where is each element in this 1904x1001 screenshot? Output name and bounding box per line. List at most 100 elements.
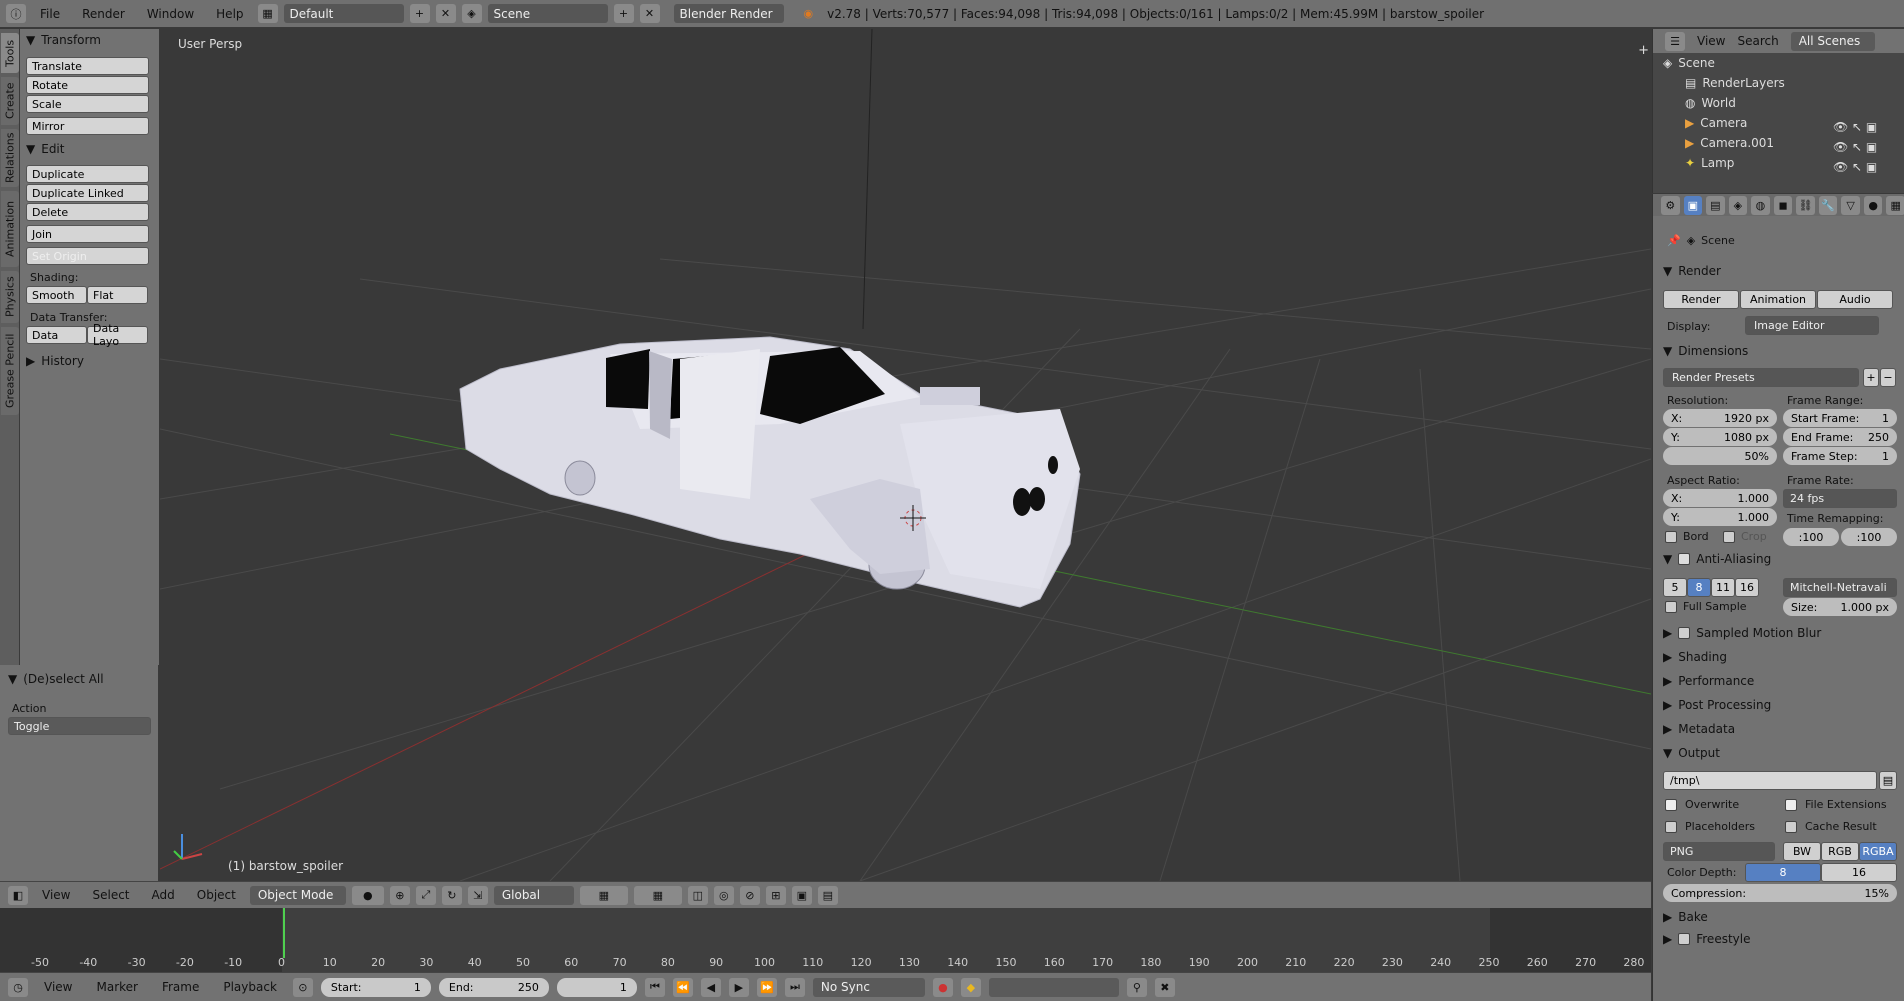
proportional-edit-icon[interactable]: ◎ [713, 885, 734, 905]
flat-button[interactable]: Flat [87, 286, 148, 304]
tab-tools[interactable]: Tools [1, 33, 19, 73]
end-frame-field[interactable]: End: 250 [438, 977, 549, 997]
join-button[interactable]: Join [26, 225, 149, 243]
color-bw-button[interactable]: BW [1783, 842, 1821, 861]
jump-keyframe-back-icon[interactable]: ⏪ [672, 977, 693, 997]
screen-layout-icon[interactable]: ▦ [257, 4, 278, 23]
editor-type-outliner-icon[interactable]: ☰ [1665, 31, 1685, 51]
menu-window[interactable]: Window [139, 5, 202, 23]
menu-add[interactable]: Add [144, 886, 183, 904]
add-preset-icon[interactable]: + [1863, 368, 1879, 387]
visibility-toggles[interactable]: 👁 ↖ ▣ 👁 ↖ ▣ 👁 ↖ ▣ [1833, 117, 1877, 177]
add-layout-icon[interactable]: + [409, 4, 430, 23]
audio-button[interactable]: Audio [1817, 290, 1893, 309]
mode-dropdown[interactable]: Object Mode [249, 885, 346, 905]
menu-render[interactable]: Render [74, 5, 133, 23]
lock-layers-icon[interactable]: ◫ [687, 885, 708, 905]
insert-keyframe-icon[interactable]: ⚲ [1126, 977, 1147, 997]
play-reverse-icon[interactable]: ◀ [700, 977, 721, 997]
menu-file[interactable]: File [32, 5, 68, 23]
jump-keyframe-forward-icon[interactable]: ⏩ [756, 977, 777, 997]
cache-result-checkbox[interactable]: Cache Result [1785, 820, 1877, 833]
bake-panel-header[interactable]: ▶ Bake [1663, 910, 1708, 924]
display-dropdown[interactable]: Image Editor [1745, 316, 1879, 335]
freestyle-checkbox[interactable] [1678, 933, 1691, 945]
editor-type-3dview-icon[interactable]: ◧ [8, 885, 28, 905]
aa-samples-5[interactable]: 5 [1663, 578, 1687, 597]
aa-samples-8[interactable]: 8 [1687, 578, 1711, 597]
operator-header[interactable]: ▼ (De)select All [8, 669, 150, 689]
output-panel-header[interactable]: ▼ Output [1663, 746, 1720, 760]
aspect-y-field[interactable]: Y: 1.000 [1663, 508, 1777, 526]
outliner-item-renderlayers[interactable]: ▤ RenderLayers [1685, 73, 1785, 93]
aa-filter-dropdown[interactable]: Mitchell-Netravali [1783, 578, 1897, 597]
render-panel-header[interactable]: ▼ Render [1663, 264, 1721, 278]
remap-old-field[interactable]: :100 [1783, 528, 1839, 546]
outliner-item-scene[interactable]: ◈ Scene [1663, 53, 1715, 73]
add-scene-icon[interactable]: + [613, 4, 634, 23]
remove-scene-icon[interactable]: ✕ [639, 4, 660, 23]
menu-select[interactable]: Select [84, 886, 137, 904]
menu-view-timeline[interactable]: View [36, 978, 80, 996]
tab-relations[interactable]: Relations [1, 129, 19, 187]
scene-field[interactable]: Scene [487, 4, 608, 23]
duplicate-button[interactable]: Duplicate [26, 165, 149, 183]
aa-samples-11[interactable]: 11 [1711, 578, 1735, 597]
current-frame-field[interactable]: 1 [556, 977, 637, 997]
material-tab-icon[interactable]: ● [1863, 195, 1883, 215]
keying-set-field[interactable] [988, 977, 1119, 997]
metadata-panel-header[interactable]: ▶ Metadata [1663, 722, 1735, 736]
render-presets-dropdown[interactable]: Render Presets [1663, 368, 1859, 387]
color-rgb-button[interactable]: RGB [1821, 842, 1859, 861]
sync-dropdown[interactable]: No Sync [812, 977, 925, 997]
modifiers-tab-icon[interactable]: 🔧 [1818, 195, 1838, 215]
scale-button[interactable]: Scale [26, 95, 149, 113]
rotate-button[interactable]: Rotate [26, 76, 149, 94]
scene-tab-icon[interactable]: ◈ [1728, 195, 1748, 215]
expand-properties-icon[interactable]: + [1638, 43, 1649, 58]
depth-16-button[interactable]: 16 [1821, 863, 1897, 882]
menu-search[interactable]: Search [1737, 34, 1778, 48]
menu-frame[interactable]: Frame [154, 978, 207, 996]
record-icon[interactable]: ● [932, 977, 953, 997]
manipulator-icon[interactable]: ⤢ [415, 885, 436, 905]
start-frame-field[interactable]: Start Frame: 1 [1783, 409, 1897, 427]
resolution-x-field[interactable]: X: 1920 px [1663, 409, 1777, 427]
jump-start-icon[interactable]: ⏮ [644, 977, 665, 997]
overwrite-checkbox[interactable]: Overwrite [1665, 798, 1739, 811]
data-layout-button[interactable]: Data Layo [87, 322, 148, 348]
placeholders-checkbox[interactable]: Placeholders [1665, 820, 1755, 833]
renderlayers-tab-icon[interactable]: ▤ [1706, 195, 1725, 215]
start-frame-field[interactable]: Start: 1 [320, 977, 431, 997]
output-path-field[interactable]: /tmp\ [1663, 771, 1877, 790]
delete-keyframe-icon[interactable]: ✖ [1154, 977, 1175, 997]
outliner-item-camera-001[interactable]: ▶ Camera.001 [1685, 133, 1774, 153]
render-opengl-icon[interactable]: ▣ [791, 885, 812, 905]
layer-buttons-2-icon[interactable]: ▦ [633, 885, 682, 905]
remove-layout-icon[interactable]: ✕ [435, 4, 456, 23]
action-dropdown[interactable]: Toggle [8, 717, 151, 735]
outliner-item-world[interactable]: ◍ World [1685, 93, 1736, 113]
transform-panel-header[interactable]: ▼ Transform [26, 29, 153, 51]
menu-view-outliner[interactable]: View [1697, 34, 1725, 48]
browse-folder-icon[interactable]: ▤ [1879, 771, 1897, 790]
screen-layout-field[interactable]: Default [283, 4, 404, 23]
keying-icon[interactable]: ◆ [960, 977, 981, 997]
aa-enable-checkbox[interactable] [1678, 553, 1691, 565]
scale-manipulator-icon[interactable]: ⇲ [467, 885, 488, 905]
remap-new-field[interactable]: :100 [1841, 528, 1897, 546]
menu-object[interactable]: Object [189, 886, 244, 904]
world-tab-icon[interactable]: ◍ [1751, 195, 1770, 215]
motion-blur-checkbox[interactable] [1678, 627, 1691, 639]
shading-panel-header[interactable]: ▶ Shading [1663, 650, 1727, 664]
dimensions-panel-header[interactable]: ▼ Dimensions [1663, 344, 1748, 358]
filter-size-field[interactable]: Size: 1.000 px [1783, 598, 1897, 616]
full-sample-checkbox[interactable]: Full Sample [1665, 600, 1747, 613]
car-model[interactable] [459, 336, 1081, 608]
menu-playback[interactable]: Playback [215, 978, 285, 996]
data-button[interactable]: Data [26, 326, 87, 344]
depth-8-button[interactable]: 8 [1745, 863, 1821, 882]
snap-element-icon[interactable]: ⊞ [765, 885, 786, 905]
compression-field[interactable]: Compression: 15% [1663, 884, 1897, 902]
display-mode-dropdown[interactable]: All Scenes [1790, 31, 1875, 51]
